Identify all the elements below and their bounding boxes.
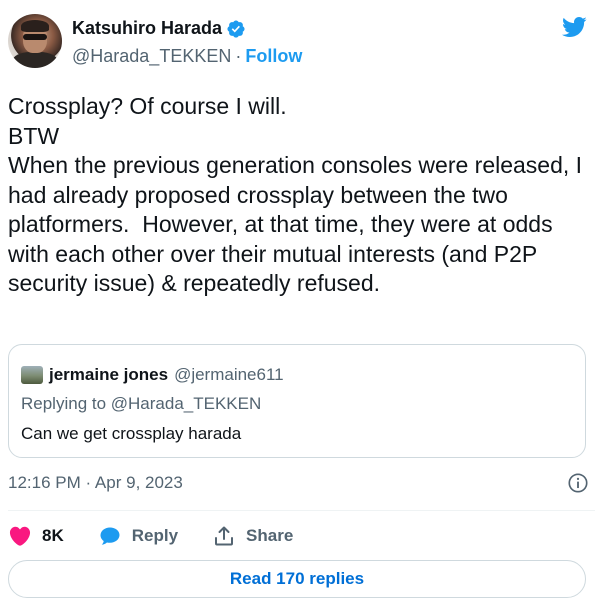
- tweet-timestamp[interactable]: 12:16 PM · Apr 9, 2023: [8, 473, 183, 493]
- like-count: 8K: [42, 526, 64, 545]
- action-bar: 8K Reply Share: [8, 524, 327, 548]
- reply-button[interactable]: Reply: [98, 524, 178, 548]
- quoted-author-name: jermaine jones: [49, 365, 169, 384]
- author-display-name[interactable]: Katsuhiro Harada: [72, 18, 222, 39]
- share-label: Share: [246, 526, 294, 545]
- avatar-glasses: [23, 34, 47, 40]
- quoted-tweet-text: Can we get crossplay harada: [21, 424, 242, 443]
- share-icon: [215, 526, 234, 546]
- avatar-body: [12, 52, 58, 68]
- quoted-tweet-header: jermaine jones @jermaine611: [21, 365, 284, 385]
- follow-button[interactable]: Follow: [245, 46, 302, 67]
- read-replies-button[interactable]: Read 170 replies: [8, 560, 586, 598]
- reply-bubble-icon: [100, 527, 120, 545]
- action-divider: [8, 510, 595, 511]
- verified-badge-icon: [227, 19, 245, 38]
- tweet-text: Crossplay? Of course I will. BTW When th…: [8, 93, 583, 296]
- quoted-tweet[interactable]: jermaine jones @jermaine611 Replying to …: [8, 344, 586, 458]
- handle-separator: ·: [235, 46, 242, 66]
- quoted-replying-to: Replying to @Harada_TEKKEN: [21, 394, 262, 413]
- tweet-card: Katsuhiro Harada @Harada_TEKKEN · Follow…: [0, 0, 603, 608]
- twitter-bird-icon[interactable]: [559, 14, 589, 40]
- heart-icon: [9, 526, 31, 546]
- avatar-hair: [21, 20, 49, 32]
- author-handle[interactable]: @Harada_TEKKEN: [72, 46, 231, 67]
- author-handle-row: @Harada_TEKKEN · Follow: [72, 46, 302, 67]
- author-name-row: Katsuhiro Harada: [72, 18, 246, 39]
- quoted-author-avatar: [21, 366, 43, 384]
- info-icon[interactable]: [567, 472, 589, 494]
- reply-label: Reply: [131, 526, 179, 545]
- like-button[interactable]: 8K: [8, 524, 64, 548]
- author-avatar[interactable]: [8, 14, 62, 68]
- share-button[interactable]: Share: [212, 524, 293, 548]
- quoted-author-handle: @jermaine611: [174, 365, 284, 384]
